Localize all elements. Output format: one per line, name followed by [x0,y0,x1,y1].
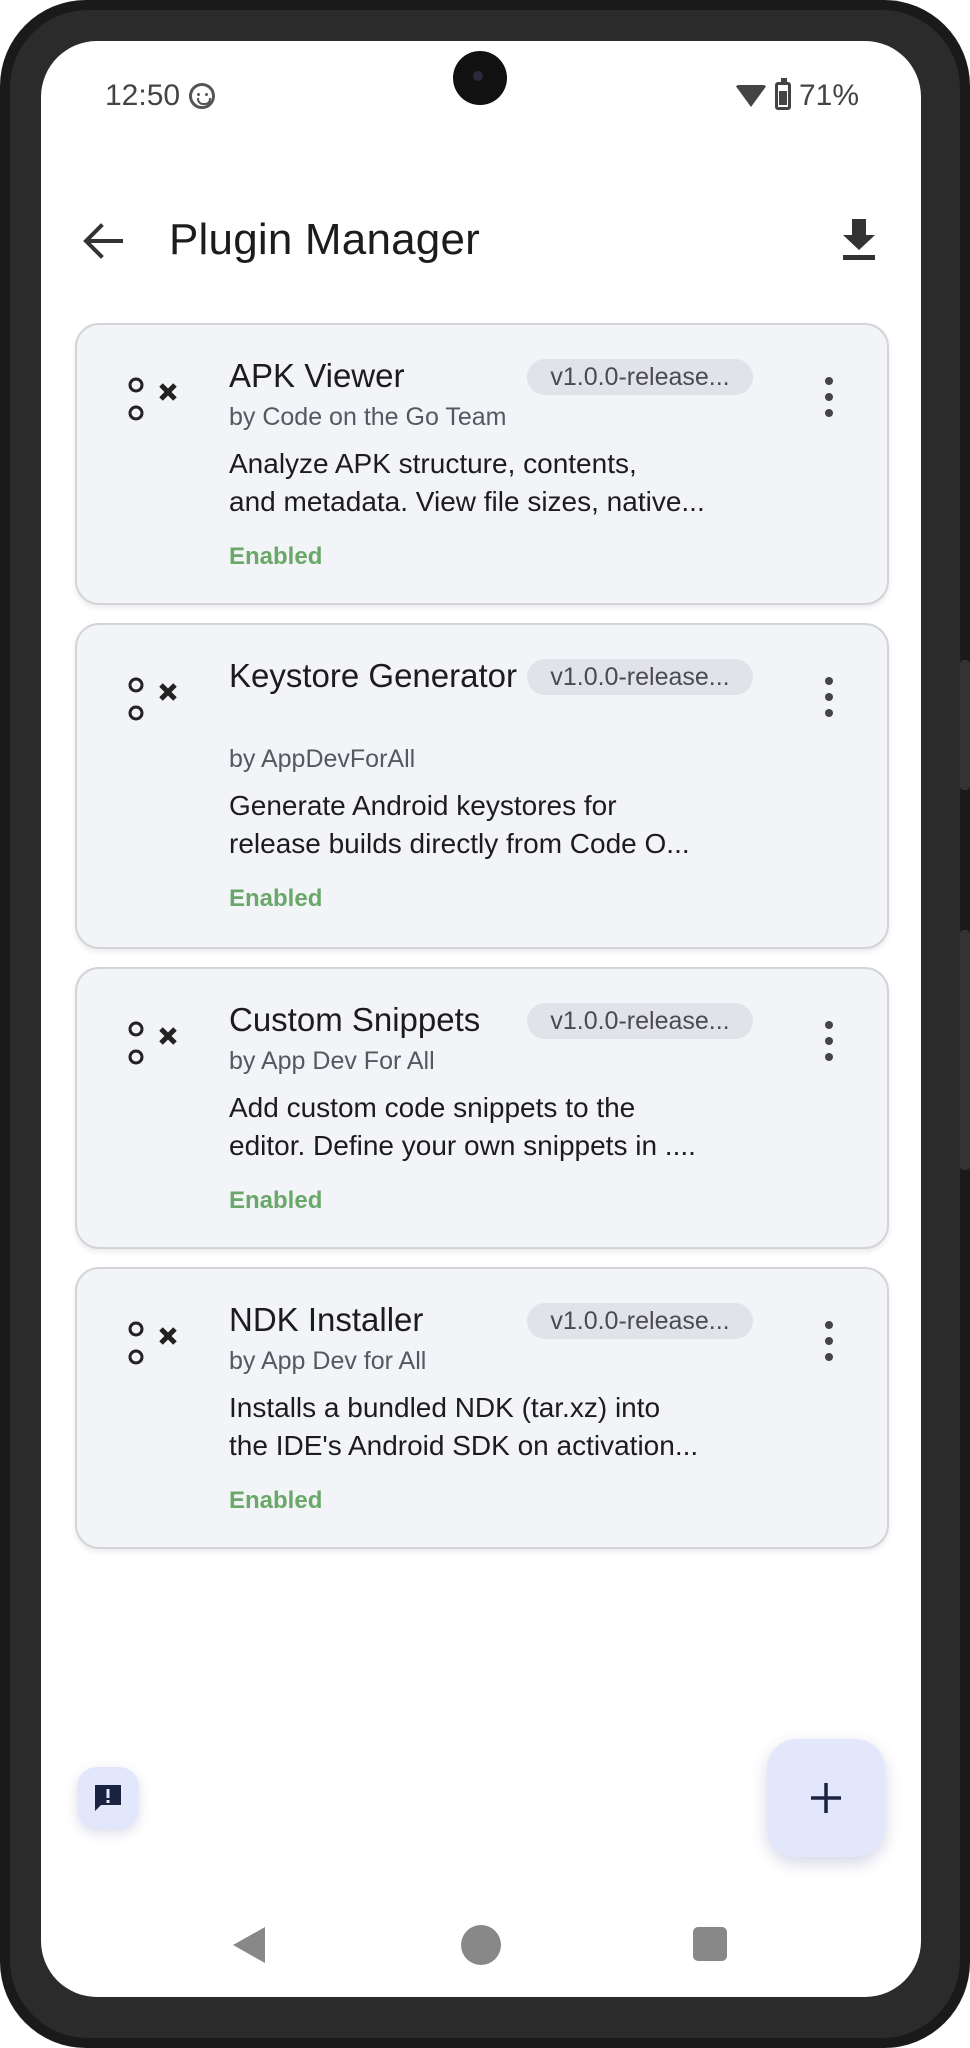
volume-button [960,660,970,790]
description-line: Generate Android keystores for [229,790,617,821]
app-bar: Plugin Manager [41,191,921,291]
description-line: and metadata. View file sizes, native... [229,486,705,517]
more-options-icon[interactable] [819,1321,839,1361]
notification-face-icon [189,83,215,109]
nav-back-icon[interactable] [231,1925,267,1965]
plugin-name: Custom Snippets [229,1001,481,1038]
nav-home-icon[interactable] [461,1925,501,1965]
status-indicators: 71% [734,78,859,113]
wifi-icon [734,85,767,107]
plugin-icon [128,1021,177,1065]
version-badge: v1.0.0-release... [527,1303,753,1339]
power-button [960,930,970,1170]
feedback-icon [95,1785,121,1811]
plugin-card[interactable]: NDK Installer v1.0.0-release... by App D… [75,1267,889,1549]
description-line: release builds directly from Code O... [229,828,690,859]
plugin-description: Installs a bundled NDK (tar.xz) into the… [229,1389,769,1465]
plugin-description: Add custom code snippets to the editor. … [229,1089,769,1165]
plugin-status: Enabled [229,543,323,570]
plugin-icon [128,1321,177,1365]
version-badge: v1.0.0-release... [527,1003,753,1039]
plugin-author: by App Dev For All [229,1047,435,1075]
description-line: Analyze APK structure, contents, [229,448,637,479]
plugin-name: NDK Installer [229,1301,424,1338]
plugin-status: Enabled [229,1487,323,1514]
version-badge: v1.0.0-release... [527,659,753,695]
plugin-card[interactable]: Keystore Generator v1.0.0-release... by … [75,623,889,949]
plugin-card[interactable]: APK Viewer v1.0.0-release... by Code on … [75,323,889,605]
plugin-author: by App Dev for All [229,1347,427,1375]
plugin-description: Analyze APK structure, contents, and met… [229,445,769,521]
page-title: Plugin Manager [169,215,480,264]
battery-percent: 71% [798,79,859,112]
plus-icon [811,1783,841,1813]
download-icon[interactable] [837,215,881,263]
more-options-icon[interactable] [819,677,839,717]
more-options-icon[interactable] [819,377,839,417]
plugin-name: Keystore Generator [229,657,517,694]
device-frame: 12:50 71% Plugin Manager APK Viewer v1.0… [0,0,970,2048]
plugin-author: by AppDevForAll [229,745,416,773]
add-plugin-button[interactable] [767,1739,885,1857]
description-line: editor. Define your own snippets in .... [229,1130,696,1161]
plugin-status: Enabled [229,885,323,912]
more-options-icon[interactable] [819,1021,839,1061]
feedback-button[interactable] [77,1767,139,1829]
status-time: 12:50 [105,79,181,112]
nav-recents-icon[interactable] [693,1927,727,1961]
description-line: Add custom code snippets to the [229,1092,636,1123]
plugin-card[interactable]: Custom Snippets v1.0.0-release... by App… [75,967,889,1249]
status-bar: 12:50 71% [41,41,921,151]
plugin-icon [128,677,177,721]
plugin-author: by Code on the Go Team [229,403,507,431]
description-line: Installs a bundled NDK (tar.xz) into [229,1392,661,1423]
description-line: the IDE's Android SDK on activation... [229,1430,699,1461]
plugin-status: Enabled [229,1187,323,1214]
battery-icon [774,78,791,110]
screen: 12:50 71% Plugin Manager APK Viewer v1.0… [41,41,921,1997]
back-arrow-icon[interactable] [81,221,125,261]
plugin-icon [128,377,177,421]
plugin-description: Generate Android keystores for release b… [229,787,769,863]
plugin-name: APK Viewer [229,357,405,394]
version-badge: v1.0.0-release... [527,359,753,395]
plugin-list: APK Viewer v1.0.0-release... by Code on … [75,323,889,1567]
